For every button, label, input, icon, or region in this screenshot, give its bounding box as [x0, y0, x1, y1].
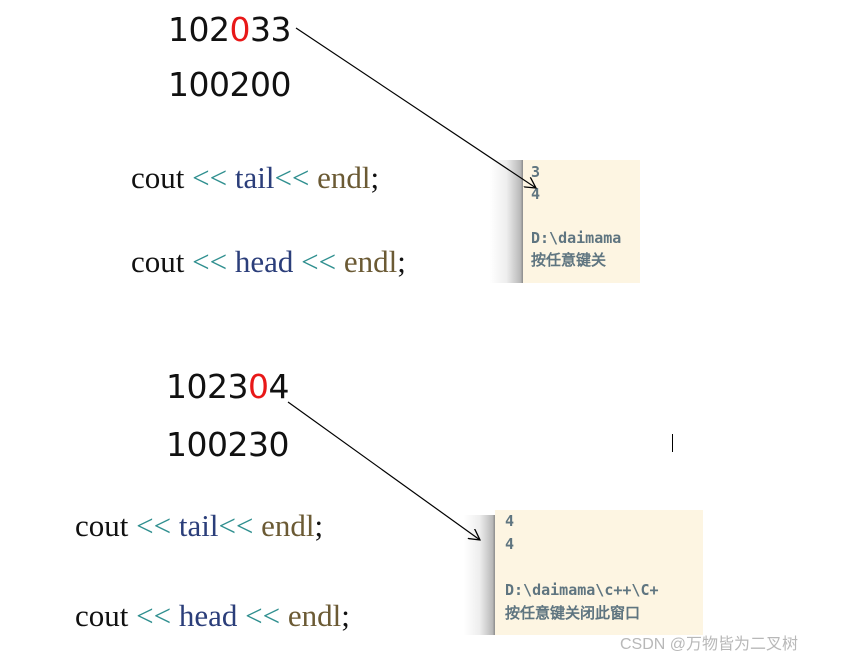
arrows [287, 27, 847, 660]
arrow-2 [287, 401, 480, 540]
arrow-1 [295, 27, 536, 188]
watermark: CSDN @万物皆为二叉树 [620, 636, 799, 653]
